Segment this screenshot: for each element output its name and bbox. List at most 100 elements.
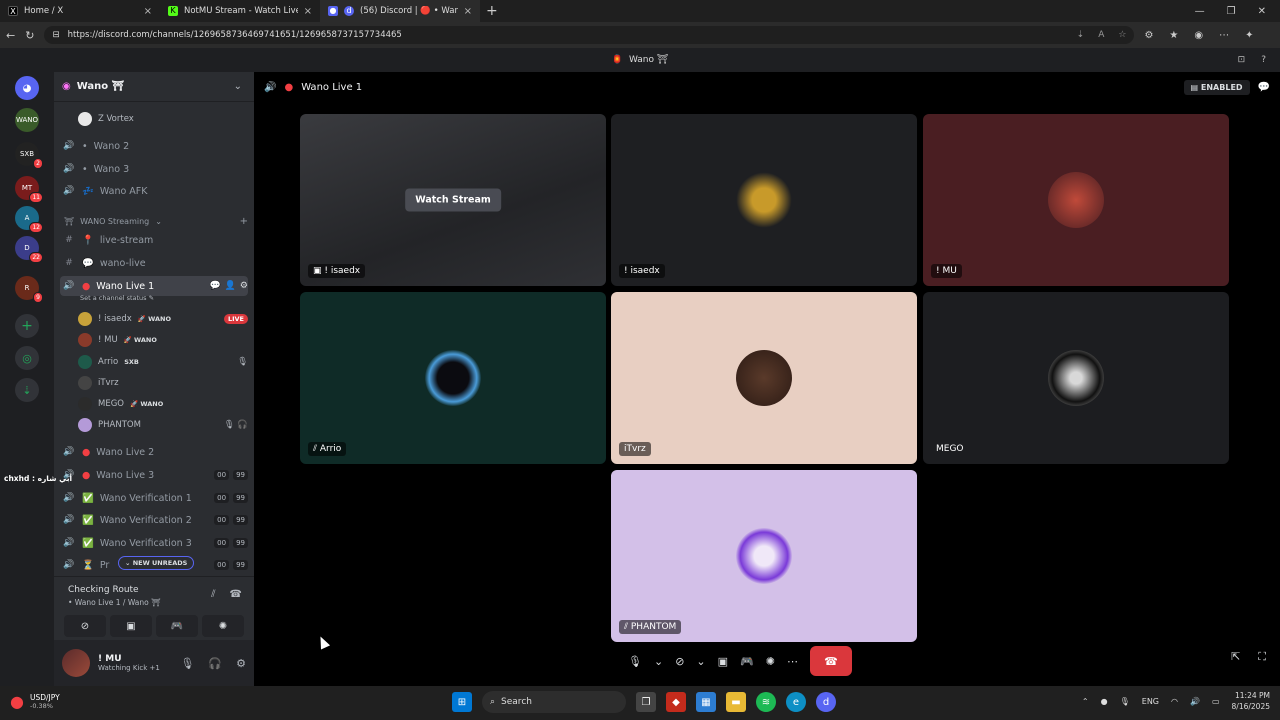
camera-off-button[interactable]: ⊘ [64,615,106,637]
more-icon[interactable]: ⋯ [1219,30,1229,41]
close-icon[interactable]: × [144,6,152,17]
enabled-badge[interactable]: ▤ ENABLED [1183,79,1250,95]
set-channel-status[interactable]: Set a channel status ✎ [80,294,154,302]
chevron-down-icon[interactable]: ⌄ [654,655,663,668]
participant-tile[interactable]: MEGO [923,292,1229,464]
voice-channel[interactable]: 🔊 💤 Wano AFK [60,181,248,201]
screen-share-button[interactable]: ▣ [110,615,152,637]
participant-tile[interactable]: ! MU [923,114,1229,286]
invite-icon[interactable]: 👤 [225,281,236,291]
server-header[interactable]: ◉ Wano ⛩ ⌄ [54,72,254,102]
voice-user[interactable]: Arrio SXB 🎙 [78,352,248,372]
help-icon[interactable]: ? [1261,55,1266,65]
participant-tile[interactable]: ⫽ Arrio [300,292,606,464]
soundboard-button[interactable]: ✺ [202,615,244,637]
voice-channel-selected[interactable]: 🔊 ● Wano Live 1 💬 👤 ⚙ [60,276,248,296]
volume-icon[interactable]: 🔊 [1190,697,1200,706]
noise-suppression-icon[interactable]: ⫽ [211,589,215,600]
activity-button[interactable]: 🎮 [156,615,198,637]
spotify-icon[interactable]: ≋ [756,692,776,712]
refresh-icon[interactable]: ↻ [25,29,34,42]
voice-channel[interactable]: 🔊 ✅ Wano Verification 1 00 99 [60,488,248,508]
copilot-icon[interactable]: ✦ [1245,30,1253,41]
voice-channel[interactable]: 🔊 ● Wano Live 2 [60,442,248,462]
wifi-icon[interactable]: ◠ [1171,697,1178,706]
battery-icon[interactable]: ▭ [1212,697,1220,706]
discord-home-icon[interactable]: ◕ [15,76,39,100]
edge-icon[interactable]: e [786,692,806,712]
store-icon[interactable]: ▦ [696,692,716,712]
profile-icon[interactable]: ◉ [1194,30,1203,41]
headphones-icon[interactable]: 🎧 [208,657,222,670]
app-icon[interactable]: ◆ [666,692,686,712]
server-icon[interactable]: A 12 [15,206,43,233]
tray-app-icon[interactable]: ● [1101,697,1108,706]
gamepad-icon[interactable]: 🎮 [740,655,754,668]
channel-category[interactable]: ⛩ WANO Streaming ⌄ + [60,213,248,229]
server-icon[interactable]: WANO [15,108,39,132]
screen-share-icon[interactable]: ▣ [718,655,728,668]
chat-icon[interactable]: 💬 [209,281,220,291]
chevron-down-icon[interactable]: ⌄ [696,655,705,668]
server-icon[interactable]: D 22 [15,236,43,263]
windows-start-icon[interactable]: ⊞ [452,692,472,712]
language-label[interactable]: ENG [1142,697,1159,706]
camera-off-icon[interactable]: ⊘ [675,655,684,668]
voice-user[interactable]: ! isaedx 🚀 WANO LIVE [78,309,248,329]
file-explorer-icon[interactable]: ▬ [726,692,746,712]
server-icon[interactable]: MT 11 [15,176,43,203]
search-box[interactable]: ⌕ Search [482,691,626,713]
voice-channel[interactable]: 🔊 ✅ Wano Verification 3 00 99 [60,533,248,553]
gear-icon[interactable]: ⚙ [236,657,246,670]
text-channel[interactable]: # 📍 live-stream [60,230,248,250]
chat-icon[interactable]: 💬 [1258,82,1270,93]
extensions-icon[interactable]: ⚙ [1144,30,1153,41]
user-info[interactable]: ! MU Watching Kick +1 [98,654,160,672]
voice-channel[interactable]: 🔊 • Wano 2 [60,136,248,156]
add-server-icon[interactable]: + [15,314,39,338]
ticker-widget[interactable]: ● USD/JPY -0.38% [10,692,60,711]
close-icon[interactable]: × [304,6,312,17]
watch-stream-button[interactable]: Watch Stream [405,188,501,212]
tab-x[interactable]: X Home / X × [0,0,160,22]
new-unreads-button[interactable]: ⌄ NEW UNREADS [118,556,195,570]
tab-kick[interactable]: K NotMU Stream - Watch Live on Kick × [160,0,320,22]
voice-user[interactable]: MEGO 🚀 WANO [78,394,248,414]
voice-user[interactable]: Z Vortex [78,109,248,129]
stream-tile[interactable]: Watch Stream ▣ ! isaedx [300,114,606,286]
disconnect-icon[interactable]: ☎ [230,589,242,600]
server-icon[interactable]: SXB 2 [15,142,43,169]
url-input[interactable]: ⊟ https://discord.com/channels/126965873… [44,26,1135,44]
maximize-icon[interactable]: ❐ [1227,6,1236,17]
soundboard-icon[interactable]: ✺ [766,655,775,668]
inbox-icon[interactable]: ⊡ [1238,55,1246,65]
favorite-icon[interactable]: ☆ [1118,30,1126,40]
clock[interactable]: 11:24 PM 8/16/2025 [1232,690,1270,712]
participant-tile[interactable]: ! isaedx [611,114,917,286]
gear-icon[interactable]: ⚙ [240,281,248,291]
chevron-up-icon[interactable]: ⌃ [1082,697,1089,706]
voice-channel[interactable]: 🔊 ✅ Wano Verification 2 00 99 [60,510,248,530]
tab-discord[interactable]: ● d (56) Discord | 🔴 • Wano Live 1 × [320,0,480,22]
voice-user[interactable]: PHANTOM 🎙 🎧 [78,415,248,435]
participant-tile[interactable]: iTvrz [611,292,917,464]
connection-channel[interactable]: • Wano Live 1 / Wano ⛩ [68,598,161,607]
more-icon[interactable]: ⋯ [787,655,798,668]
read-aloud-icon[interactable]: A [1098,30,1104,40]
voice-user[interactable]: iTvrz [78,373,248,393]
voice-channel[interactable]: 🔊 ● Wano Live 3 00 99 [60,465,248,485]
download-apps-icon[interactable]: ⇣ [15,378,39,402]
task-view-icon[interactable]: ❐ [636,692,656,712]
server-icon[interactable]: R9 [15,276,43,303]
voice-channel[interactable]: 🔊 • Wano 3 [60,159,248,179]
microphone-icon[interactable]: 🎙 [180,657,194,670]
download-icon[interactable]: ⇣ [1077,30,1085,40]
new-tab-button[interactable]: + [486,3,498,19]
close-icon[interactable]: × [464,6,472,17]
fullscreen-icon[interactable]: ⛶ [1258,650,1266,664]
participant-tile[interactable]: ⫽ PHANTOM [611,470,917,642]
avatar[interactable] [62,649,90,677]
disconnect-button[interactable]: ☎ [809,646,852,676]
close-window-icon[interactable]: ✕ [1258,6,1266,17]
favorites-icon[interactable]: ★ [1169,30,1178,41]
